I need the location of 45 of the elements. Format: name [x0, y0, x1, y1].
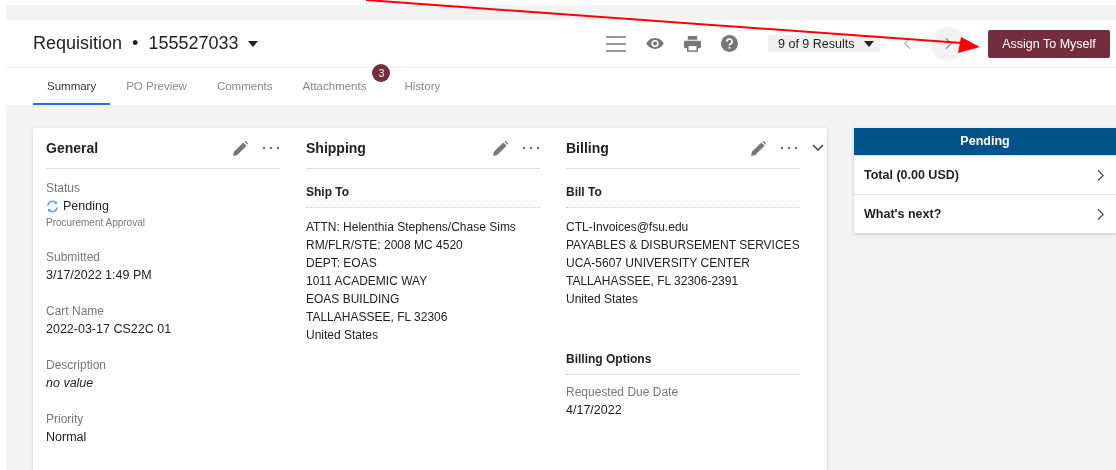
- field-value: 4/17/2022: [566, 403, 623, 417]
- field-label: Requested Due Date: [566, 385, 680, 399]
- address-line: TALLAHASSEE, FL 32306-2391: [566, 273, 740, 290]
- address-line: United States: [306, 327, 380, 344]
- address-line: CTL-Invoices@fsu.edu: [566, 219, 690, 236]
- subsection-heading: Billing Options: [566, 348, 800, 375]
- field-label: Description: [46, 358, 108, 372]
- count-badge: 3: [372, 64, 391, 82]
- field-label: Status: [46, 181, 82, 195]
- panel-header: Pending: [854, 128, 1116, 155]
- field-value: 3/17/2022 1:49 PM: [46, 268, 153, 282]
- assign-button[interactable]: Assign To Myself: [988, 29, 1110, 58]
- page-title: Requisition: [33, 33, 123, 54]
- requisition-number: 155527033: [148, 33, 239, 54]
- subsection-heading: Ship To: [306, 181, 540, 208]
- address-line: UCA-5607 UNIVERSITY CENTER: [566, 255, 751, 272]
- address-line: ATTN: Helenthia Stephens/Chase Sims: [306, 219, 517, 236]
- field-value: no value: [46, 376, 95, 390]
- field-value: Normal: [46, 430, 88, 444]
- field-label: Submitted: [46, 250, 102, 264]
- address-line: United States: [566, 291, 640, 308]
- section-title: Billing: [566, 140, 610, 156]
- address-line: RM/FLR/STE: 2008 MC 4520: [306, 237, 464, 254]
- field-label: Priority: [46, 412, 85, 426]
- title-separator: •: [132, 33, 139, 54]
- field-value: 2022-03-17 CS22C 01: [46, 322, 173, 336]
- address-line: EOAS BUILDING: [306, 291, 401, 308]
- field-label: Cart Name: [46, 304, 105, 318]
- tab[interactable]: PO Preview: [112, 68, 201, 105]
- tab[interactable]: Attachments: [288, 68, 371, 105]
- subsection-heading: Bill To: [566, 181, 800, 208]
- tab[interactable]: History: [390, 68, 455, 105]
- section-title: General: [46, 140, 100, 156]
- address-line: PAYABLES & DISBURSEMENT SERVICES: [566, 237, 800, 254]
- address-line: 1011 ACADEMIC WAY: [306, 273, 429, 290]
- tab[interactable]: Summary: [33, 68, 111, 105]
- tab[interactable]: Comments: [202, 68, 287, 105]
- results-dropdown[interactable]: 9 of 9 Results: [768, 35, 880, 52]
- panel-item[interactable]: What's next?: [854, 194, 1116, 233]
- section-title: Shipping: [306, 140, 367, 156]
- status-value: Pending: [63, 199, 109, 213]
- status-note: Procurement Approval: [46, 217, 146, 228]
- panel-item[interactable]: Total (0.00 USD): [854, 155, 1116, 194]
- address-line: DEPT: EOAS: [306, 255, 378, 272]
- address-line: TALLAHASSEE, FL 32306: [306, 309, 449, 326]
